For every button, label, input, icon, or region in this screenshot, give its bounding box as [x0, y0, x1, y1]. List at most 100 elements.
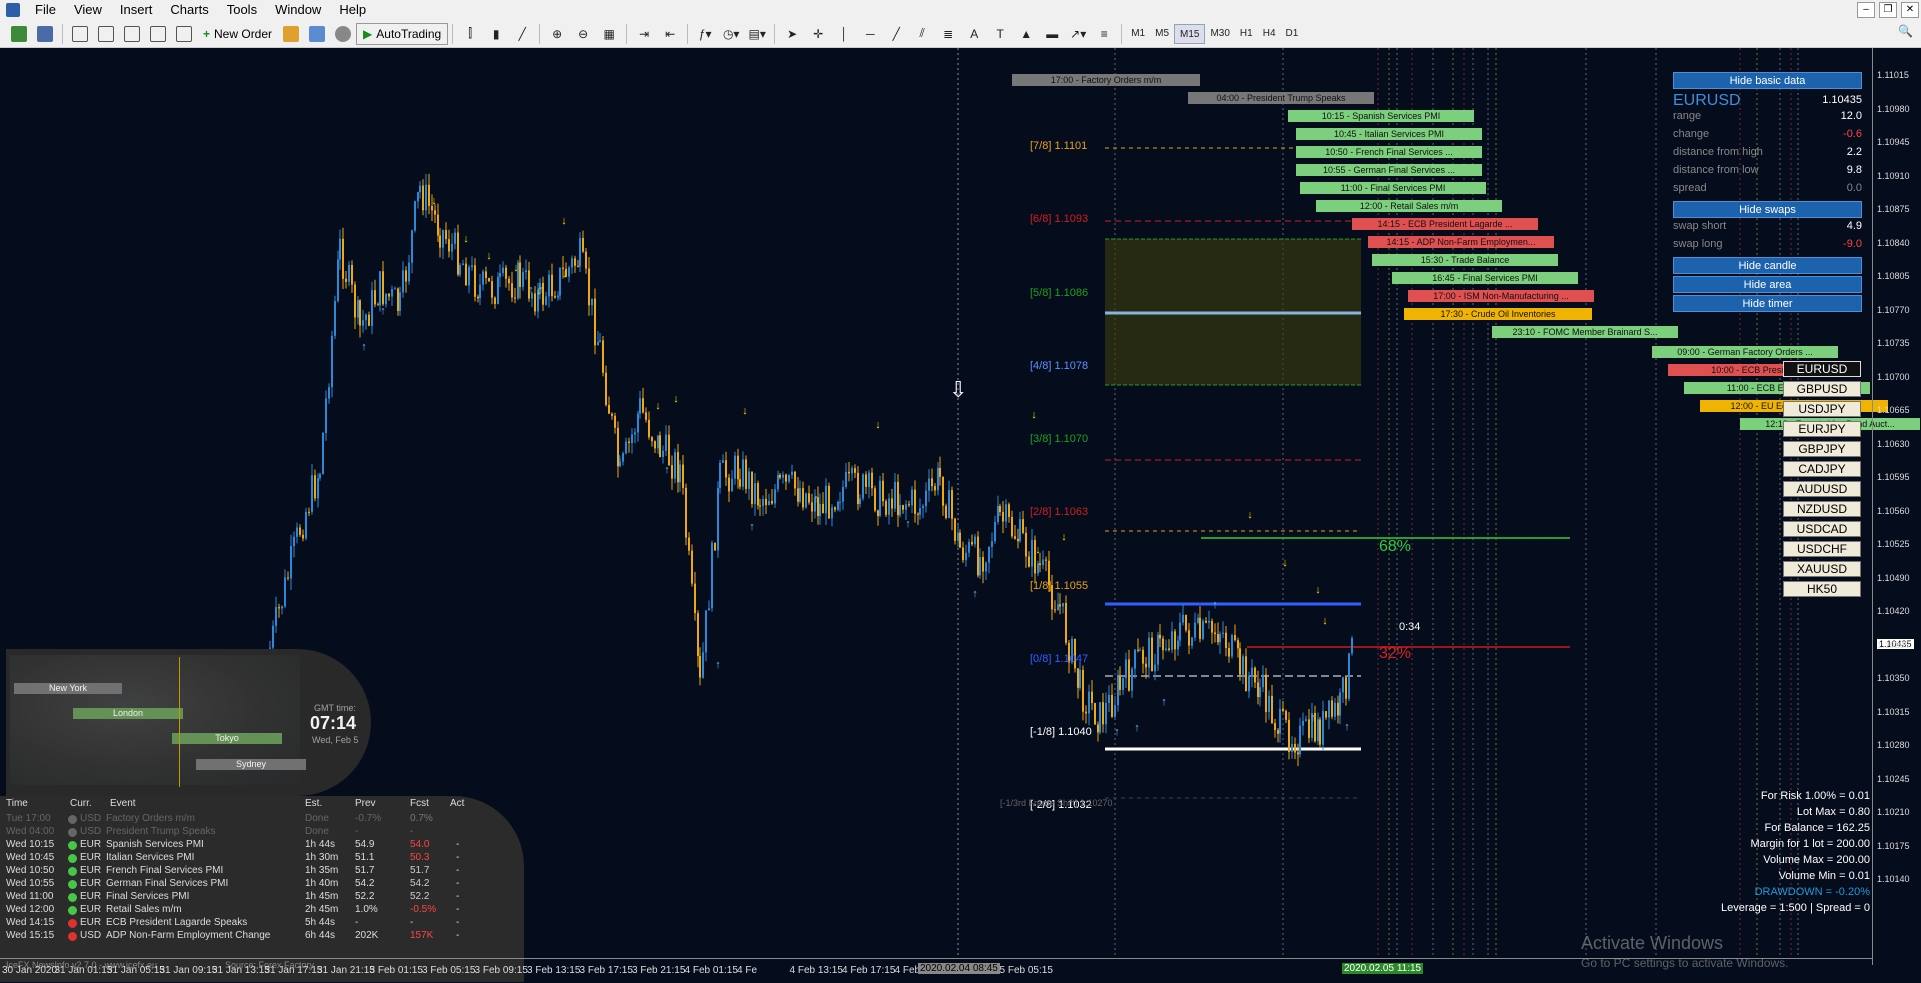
menu-view[interactable]: View [65, 0, 111, 20]
minimize-icon[interactable]: – [1857, 2, 1875, 18]
hide-timer-button[interactable]: Hide timer [1673, 295, 1862, 312]
news-row[interactable]: Wed 10:15 EUR Spanish Services PMI 1h 44s 54… [6, 839, 516, 852]
close-icon[interactable]: ✕ [1901, 2, 1919, 18]
navigator-icon[interactable] [121, 23, 143, 45]
autotrading-button[interactable]: ▶ AutoTrading [356, 22, 449, 45]
event-bar[interactable]: 14:15 - ADP Non-Farm Employmen... [1368, 236, 1554, 248]
event-bar[interactable]: 23:10 - FOMC Member Brainard S... [1492, 326, 1678, 338]
event-bar[interactable]: 10:15 - Spanish Services PMI [1288, 110, 1474, 122]
rectangle-icon[interactable]: ▬ [1041, 23, 1063, 45]
tile-windows-icon[interactable]: ▦ [598, 23, 620, 45]
candle-body [319, 474, 321, 479]
bar-chart-icon[interactable]: ⫿ [459, 23, 481, 45]
symbol-button-cadjpy[interactable]: CADJPY [1783, 461, 1861, 477]
periods-icon[interactable]: ◷▾ [720, 23, 742, 45]
news-row[interactable]: Wed 12:00 EUR Retail Sales m/m 2h 45m 1.0% -0… [6, 904, 516, 917]
event-bar[interactable]: 16:45 - Final Services PMI [1392, 272, 1578, 284]
event-bar[interactable]: 17:00 - ISM Non-Manufacturing ... [1408, 290, 1594, 302]
symbol-button-gbpusd[interactable]: GBPUSD [1783, 381, 1861, 397]
templates-icon[interactable]: ▤▾ [746, 23, 768, 45]
new-order-button[interactable]: + New Order [197, 23, 278, 45]
news-row[interactable]: Wed 10:55 EUR German Final Services PMI 1h … [6, 878, 516, 891]
zoom-in-icon[interactable]: ⊕ [546, 23, 568, 45]
symbol-button-usdchf[interactable]: USDCHF [1783, 541, 1861, 557]
zoom-out-icon[interactable]: ⊖ [572, 23, 594, 45]
symbol-button-xauusd[interactable]: XAUUSD [1783, 561, 1861, 577]
autoscroll-icon[interactable]: ⇥ [633, 23, 655, 45]
symbol-button-eurusd[interactable]: EURUSD [1783, 361, 1861, 377]
cursor-icon[interactable]: ➤ [781, 23, 803, 45]
event-bar[interactable]: 10:55 - German Final Services ... [1296, 164, 1482, 176]
news-row[interactable]: Wed 10:45 EUR Italian Services PMI 1h 30m 51… [6, 852, 516, 865]
menu-tools[interactable]: Tools [218, 0, 266, 20]
tf-h4[interactable]: H4 [1258, 24, 1281, 44]
new-chart-icon[interactable] [8, 23, 30, 45]
horizontal-line-icon[interactable]: ─ [859, 23, 881, 45]
menu-window[interactable]: Window [266, 0, 330, 20]
news-row[interactable]: Wed 11:00 EUR Final Services PMI 1h 45m 52.2… [6, 891, 516, 904]
news-impact-dot-icon [68, 854, 77, 863]
vertical-line-icon[interactable]: │ [833, 23, 855, 45]
arrow-shapes-icon[interactable]: ▲ [1015, 23, 1037, 45]
market-watch-icon[interactable] [69, 23, 91, 45]
symbol-button-usdjpy[interactable]: USDJPY [1783, 401, 1861, 417]
globe-icon[interactable] [332, 23, 354, 45]
symbol-button-nzdusd[interactable]: NZDUSD [1783, 501, 1861, 517]
event-bar[interactable]: 11:00 - Final Services PMI [1300, 182, 1486, 194]
line-chart-icon[interactable]: ╱ [511, 23, 533, 45]
fibonacci-icon[interactable]: ≣ [937, 23, 959, 45]
symbol-button-usdcad[interactable]: USDCAD [1783, 521, 1861, 537]
symbol-button-audusd[interactable]: AUDUSD [1783, 481, 1861, 497]
data-window-icon[interactable] [95, 23, 117, 45]
event-bar[interactable]: 15:30 - Trade Balance [1372, 254, 1558, 266]
metaeditor-icon[interactable] [280, 23, 302, 45]
event-bar[interactable]: 14:15 - ECB President Lagarde ... [1352, 218, 1538, 230]
arrows-icon[interactable]: ↗▾ [1067, 23, 1089, 45]
news-row[interactable]: Wed 14:15 EUR ECB President Lagarde Speaks… [6, 917, 516, 930]
event-bar[interactable]: 04:00 - President Trump Speaks [1188, 92, 1374, 104]
terminal-icon[interactable] [147, 23, 169, 45]
indicators-icon[interactable]: ƒ▾ [694, 23, 716, 45]
hide-basic-data-button[interactable]: Hide basic data [1673, 72, 1862, 89]
text-label-icon[interactable]: T [989, 23, 1011, 45]
menu-charts[interactable]: Charts [161, 0, 217, 20]
news-row[interactable]: Wed 10:50 EUR French Final Services PMI 1h … [6, 865, 516, 878]
equidistant-channel-icon[interactable]: ⫽ [911, 23, 933, 45]
event-bar[interactable]: 17:00 - Factory Orders m/m [1012, 74, 1200, 86]
news-row[interactable]: Wed 15:15 USD ADP Non-Farm Employment Chan… [6, 930, 516, 943]
profiles-icon[interactable] [34, 23, 56, 45]
tf-m30[interactable]: M30 [1205, 24, 1234, 44]
tf-d1[interactable]: D1 [1281, 24, 1304, 44]
tf-m5[interactable]: M5 [1150, 24, 1174, 44]
menu-help[interactable]: Help [330, 0, 375, 20]
text-tool-icon[interactable]: A [963, 23, 985, 45]
tf-h1[interactable]: H1 [1235, 24, 1258, 44]
news-row[interactable]: Wed 04:00 USD President Trump Speaks Done - - [6, 826, 516, 839]
restore-icon[interactable]: ❐ [1879, 2, 1897, 18]
tf-m15[interactable]: M15 [1174, 23, 1206, 44]
event-bar[interactable]: 12:00 - Retail Sales m/m [1316, 200, 1502, 212]
news-row[interactable]: Tue 17:00 USD Factory Orders m/m Done -0.7% 0… [6, 813, 516, 826]
chart-shift-icon[interactable]: ⇤ [659, 23, 681, 45]
tester-icon[interactable] [173, 23, 195, 45]
menu-insert[interactable]: Insert [111, 0, 162, 20]
toolbar-overflow-icon[interactable]: ≡ [1093, 23, 1115, 45]
crosshair-icon[interactable]: ✛ [807, 23, 829, 45]
hide-candle-button[interactable]: Hide candle [1673, 257, 1862, 274]
signals-icon[interactable] [306, 23, 328, 45]
menu-file[interactable]: File [26, 0, 65, 20]
candlestick-icon[interactable]: ▮ [485, 23, 507, 45]
symbol-button-gbpjpy[interactable]: GBPJPY [1783, 441, 1861, 457]
event-bar[interactable]: 09:00 - German Factory Orders ... [1652, 346, 1838, 358]
trendline-icon[interactable]: ╱ [885, 23, 907, 45]
hide-area-button[interactable]: Hide area [1673, 276, 1862, 293]
event-bar[interactable]: 10:50 - French Final Services ... [1296, 146, 1482, 158]
event-bar[interactable]: 17:30 - Crude Oil Inventories [1404, 308, 1592, 320]
tf-m1[interactable]: M1 [1126, 24, 1150, 44]
search-icon[interactable]: 🔍 [1898, 24, 1913, 38]
hide-swaps-button[interactable]: Hide swaps [1673, 201, 1862, 218]
event-bar[interactable]: 10:45 - Italian Services PMI [1296, 128, 1482, 140]
symbol-button-eurjpy[interactable]: EURJPY [1783, 421, 1861, 437]
chart-window[interactable]: ↓ ↓ ↓ ↓ ↓ ↓ ↓ ↓ ↓ ↓ ↓ ↓ ↓ ↓ ↓ ↓ ↓ ↓ ↑ ↑ ↑ ↑ ↑ ↑ ↑ ↑ ↑ ↑ ↑ ↑ ↑ ↑ ↑ ↑ ↑ ↑ [7/… [0, 48, 1921, 983]
symbol-button-hk50[interactable]: HK50 [1783, 581, 1861, 597]
